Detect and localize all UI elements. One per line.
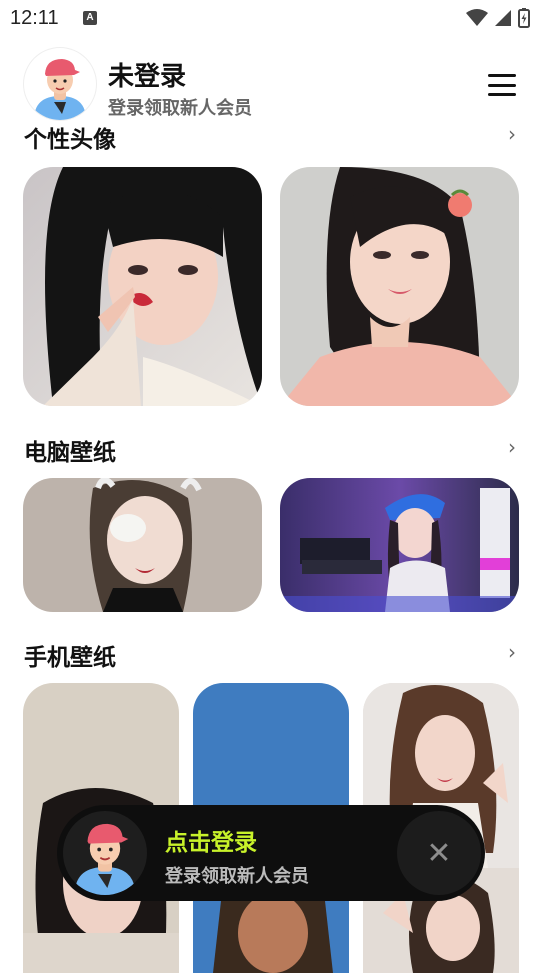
pc-wallpaper-card-1[interactable] — [23, 478, 262, 612]
status-time: 12:11 — [10, 7, 59, 29]
login-status-subtitle[interactable]: 登录领取新人会员 — [108, 94, 252, 120]
chevron-right-icon[interactable]: › — [508, 122, 516, 146]
status-icons — [466, 8, 530, 28]
login-status-title[interactable]: 未登录 — [108, 56, 186, 93]
section-title: 手机壁纸 — [24, 645, 116, 671]
section-header-phone-wallpapers[interactable]: 手机壁纸 › — [24, 638, 516, 671]
avatar-image-1 — [23, 167, 262, 406]
section-header-avatars[interactable]: 个性头像 › — [24, 120, 516, 153]
avatar-card-2[interactable] — [280, 167, 519, 406]
section-title: 个性头像 — [24, 127, 116, 153]
signal-icon — [495, 10, 511, 26]
login-banner[interactable]: 点击登录 登录领取新人会员 ✕ — [57, 805, 485, 901]
banner-login-title[interactable]: 点击登录 — [165, 823, 257, 857]
section-title: 电脑壁纸 — [24, 440, 116, 466]
avatar-image-2 — [280, 167, 519, 406]
status-bar: 12:11 A — [0, 0, 540, 36]
banner-avatar[interactable] — [63, 811, 147, 895]
banner-login-subtitle: 登录领取新人会员 — [165, 866, 309, 887]
user-avatar[interactable] — [24, 48, 96, 120]
pc-wallpaper-image-2 — [280, 478, 519, 612]
pc-wallpaper-image-1 — [23, 478, 262, 612]
pc-wallpaper-card-2[interactable] — [280, 478, 519, 612]
chevron-right-icon[interactable]: › — [508, 640, 516, 664]
hamburger-menu-icon[interactable] — [488, 74, 516, 96]
header: 未登录 登录领取新人会员 — [0, 44, 540, 124]
section-header-pc-wallpapers[interactable]: 电脑壁纸 › — [24, 433, 516, 466]
chevron-right-icon[interactable]: › — [508, 435, 516, 459]
wifi-icon — [466, 9, 488, 26]
notification-a-icon: A — [83, 11, 97, 25]
battery-icon — [518, 8, 530, 28]
close-icon[interactable]: ✕ — [397, 811, 481, 895]
avatar-card-1[interactable] — [23, 167, 262, 406]
